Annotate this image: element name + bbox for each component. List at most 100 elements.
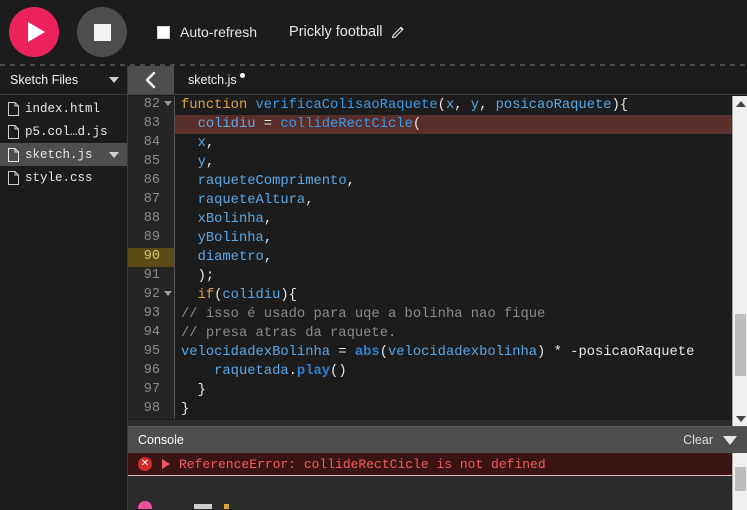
code-line[interactable]: 82 function verificaColisaoRaquete(x, y, … [128, 96, 732, 115]
scrollbar-thumb[interactable] [735, 314, 746, 376]
code-token: diametro [197, 250, 264, 265]
auto-refresh-toggle[interactable]: Auto-refresh [157, 24, 257, 40]
file-icon [8, 147, 19, 162]
file-icon [8, 101, 19, 116]
partial-text-a [194, 504, 212, 509]
code-text: } [175, 381, 732, 400]
file-icon [8, 124, 19, 139]
chevron-down-icon[interactable] [109, 77, 119, 83]
console-vertical-scrollbar[interactable] [732, 453, 747, 510]
code-token: play [296, 364, 331, 379]
code-line[interactable]: 96 raquetada.play() [128, 362, 732, 381]
scroll-up-button[interactable] [733, 96, 747, 111]
code-text: velocidadexBolinha = abs(velocidadexboli… [175, 343, 732, 362]
code-token: , [205, 155, 215, 170]
console-collapse-chevron-down-icon[interactable] [723, 435, 737, 445]
code-line[interactable]: 85 y, [128, 153, 732, 172]
console-scrollbar-thumb[interactable] [735, 467, 746, 491]
code-text: if(colidiu){ [175, 286, 732, 305]
file-item-style-css[interactable]: style.css [0, 166, 127, 189]
code-token: velocidadexbolinha [388, 345, 538, 360]
line-number: 91 [128, 267, 174, 286]
line-number: 90 [128, 248, 174, 267]
stop-button[interactable] [77, 7, 127, 57]
code-text: xBolinha, [175, 210, 732, 229]
file-name: style.css [25, 170, 93, 185]
code-line[interactable]: 91 ); [128, 267, 732, 286]
code-line[interactable]: 93 // isso é usado para uqe a bolinha nao… [128, 305, 732, 324]
code-token: , [205, 136, 215, 151]
code-line[interactable]: 97 } [128, 381, 732, 400]
code-line[interactable]: 84 x, [128, 134, 732, 153]
code-token: } [181, 402, 190, 417]
fold-triangle-down-icon[interactable] [164, 101, 172, 106]
code-text: // isso é usado para uqe a bolinha nao f… [175, 305, 732, 324]
tab-sketch-js[interactable]: sketch.js [174, 66, 245, 94]
code-editor[interactable]: 82 function verificaColisaoRaquete(x, y, … [128, 96, 747, 426]
sidebar: Sketch Files index.html p5.col…d.js sket… [0, 66, 128, 510]
code-token: , [263, 212, 273, 227]
code-token: , [454, 98, 471, 113]
sketch-name-field[interactable]: Prickly football [289, 24, 404, 40]
code-token: xBolinha [197, 212, 264, 227]
line-number: 88 [128, 210, 174, 229]
code-token: // isso é usado para uqe a bolinha nao f… [181, 307, 546, 322]
code-line[interactable]: 92 if(colidiu){ [128, 286, 732, 305]
code-line[interactable]: 94 // presa atras da raquete. [128, 324, 732, 343]
console-clear-button[interactable]: Clear [683, 433, 713, 447]
console-title: Console [138, 433, 184, 447]
editor-tabbar: sketch.js [128, 66, 747, 95]
code-token: () [330, 364, 347, 379]
code-token: y [470, 98, 480, 113]
pencil-icon[interactable] [391, 25, 405, 39]
code-line[interactable]: 90 diametro, [128, 248, 732, 267]
file-item-index-html[interactable]: index.html [0, 97, 127, 120]
file-name: p5.col…d.js [25, 124, 108, 139]
play-button[interactable] [9, 7, 59, 57]
chevron-left-icon [145, 71, 156, 89]
line-number: 84 [128, 134, 174, 153]
code-text: x, [175, 134, 732, 153]
code-line[interactable]: 95 velocidadexBolinha = abs(velocidadexbo… [128, 343, 732, 362]
line-number: 92 [128, 286, 174, 305]
code-line[interactable]: 87 raqueteAltura, [128, 191, 732, 210]
fold-triangle-down-icon[interactable] [164, 291, 172, 296]
triangle-right-icon[interactable] [162, 459, 170, 469]
code-text: raquetada.play() [175, 362, 732, 381]
code-token: = [330, 345, 355, 360]
code-line[interactable]: 83 colidiu = collideRectCicle( [128, 115, 732, 134]
code-text: y, [175, 153, 732, 172]
code-token: , [346, 174, 355, 189]
line-number: 95 [128, 343, 174, 362]
file-item-sketch-js[interactable]: sketch.js [0, 143, 127, 166]
file-item-p5-collide[interactable]: p5.col…d.js [0, 120, 127, 143]
console-message-error[interactable]: ✕ ReferenceError: collideRectCicle is no… [128, 453, 747, 476]
code-line[interactable]: 89 yBolinha, [128, 229, 732, 248]
code-token: if [197, 288, 215, 303]
sidebar-header[interactable]: Sketch Files [0, 66, 127, 95]
code-token: ( [412, 117, 422, 132]
code-line[interactable]: 98} [128, 400, 732, 419]
code-lines: 82 function verificaColisaoRaquete(x, y, … [128, 96, 732, 419]
line-number: 94 [128, 324, 174, 343]
sidebar-collapse-button[interactable] [128, 66, 174, 94]
code-text: diametro, [175, 248, 732, 267]
editor-vertical-scrollbar[interactable] [732, 96, 747, 426]
file-options-chevron-down-icon[interactable] [109, 151, 119, 158]
file-name: index.html [25, 101, 101, 116]
scroll-down-button[interactable] [733, 411, 747, 426]
code-token: x [445, 98, 455, 113]
code-token: ); [181, 269, 215, 284]
code-line[interactable]: 88 xBolinha, [128, 210, 732, 229]
auto-refresh-checkbox[interactable] [157, 25, 170, 39]
code-token: raquetada [214, 364, 289, 379]
code-line[interactable]: 86 raqueteComprimento, [128, 172, 732, 191]
